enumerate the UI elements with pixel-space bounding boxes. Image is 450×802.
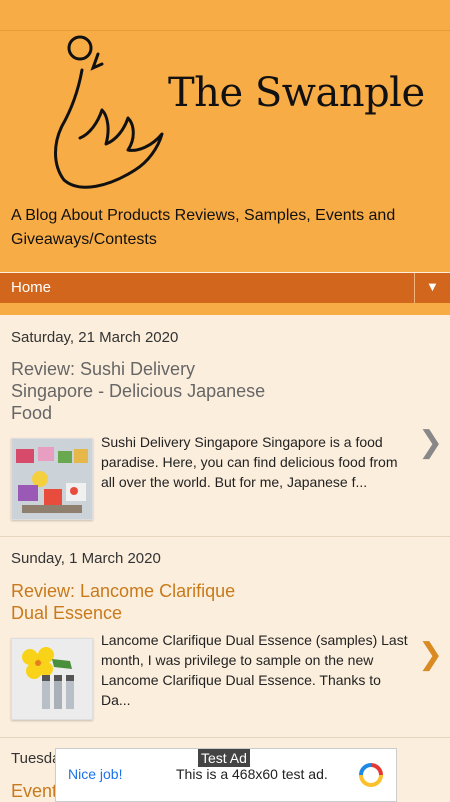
swan-logo[interactable]: [40, 34, 170, 194]
post-date: Sunday, 1 March 2020: [11, 550, 161, 567]
header-bottom-strip: [0, 303, 450, 315]
chevron-right-icon[interactable]: ❯: [418, 637, 443, 672]
ad-banner[interactable]: Test Ad Nice job! This is a 468x60 test …: [55, 748, 397, 802]
ad-text: This is a 468x60 test ad.: [176, 766, 328, 782]
post-date: Saturday, 21 March 2020: [11, 329, 179, 346]
post-thumbnail[interactable]: [11, 438, 93, 520]
post-snippet: Lancome Clarifique Dual Essence (samples…: [101, 632, 408, 708]
post-snippet: Sushi Delivery Singapore Singapore is a …: [101, 434, 398, 490]
blog-title[interactable]: The Swanple: [168, 70, 425, 116]
blog-header: The Swanple A Blog About Products Review…: [0, 0, 450, 272]
post-title[interactable]: Review: Lancome Clarifique Dual Essence: [11, 580, 271, 624]
post-title[interactable]: Review: Sushi Delivery Singapore - Delic…: [11, 358, 271, 424]
chevron-right-icon[interactable]: ❯: [418, 425, 443, 460]
dropdown-arrow-icon[interactable]: ▼: [426, 279, 439, 294]
post-thumbnail[interactable]: [11, 638, 93, 720]
nav-bar: Home ▼: [0, 273, 450, 303]
ad-nice-job[interactable]: Nice job!: [68, 766, 122, 782]
post-divider: [0, 536, 450, 537]
ad-choices-icon[interactable]: [358, 762, 384, 788]
ad-label: Test Ad: [198, 749, 250, 767]
blog-description: A Blog About Products Reviews, Samples, …: [11, 207, 396, 248]
post-divider: [0, 737, 450, 738]
nav-separator: [414, 273, 415, 303]
header-top-line: [0, 30, 450, 31]
nav-home-link[interactable]: Home: [11, 279, 51, 296]
